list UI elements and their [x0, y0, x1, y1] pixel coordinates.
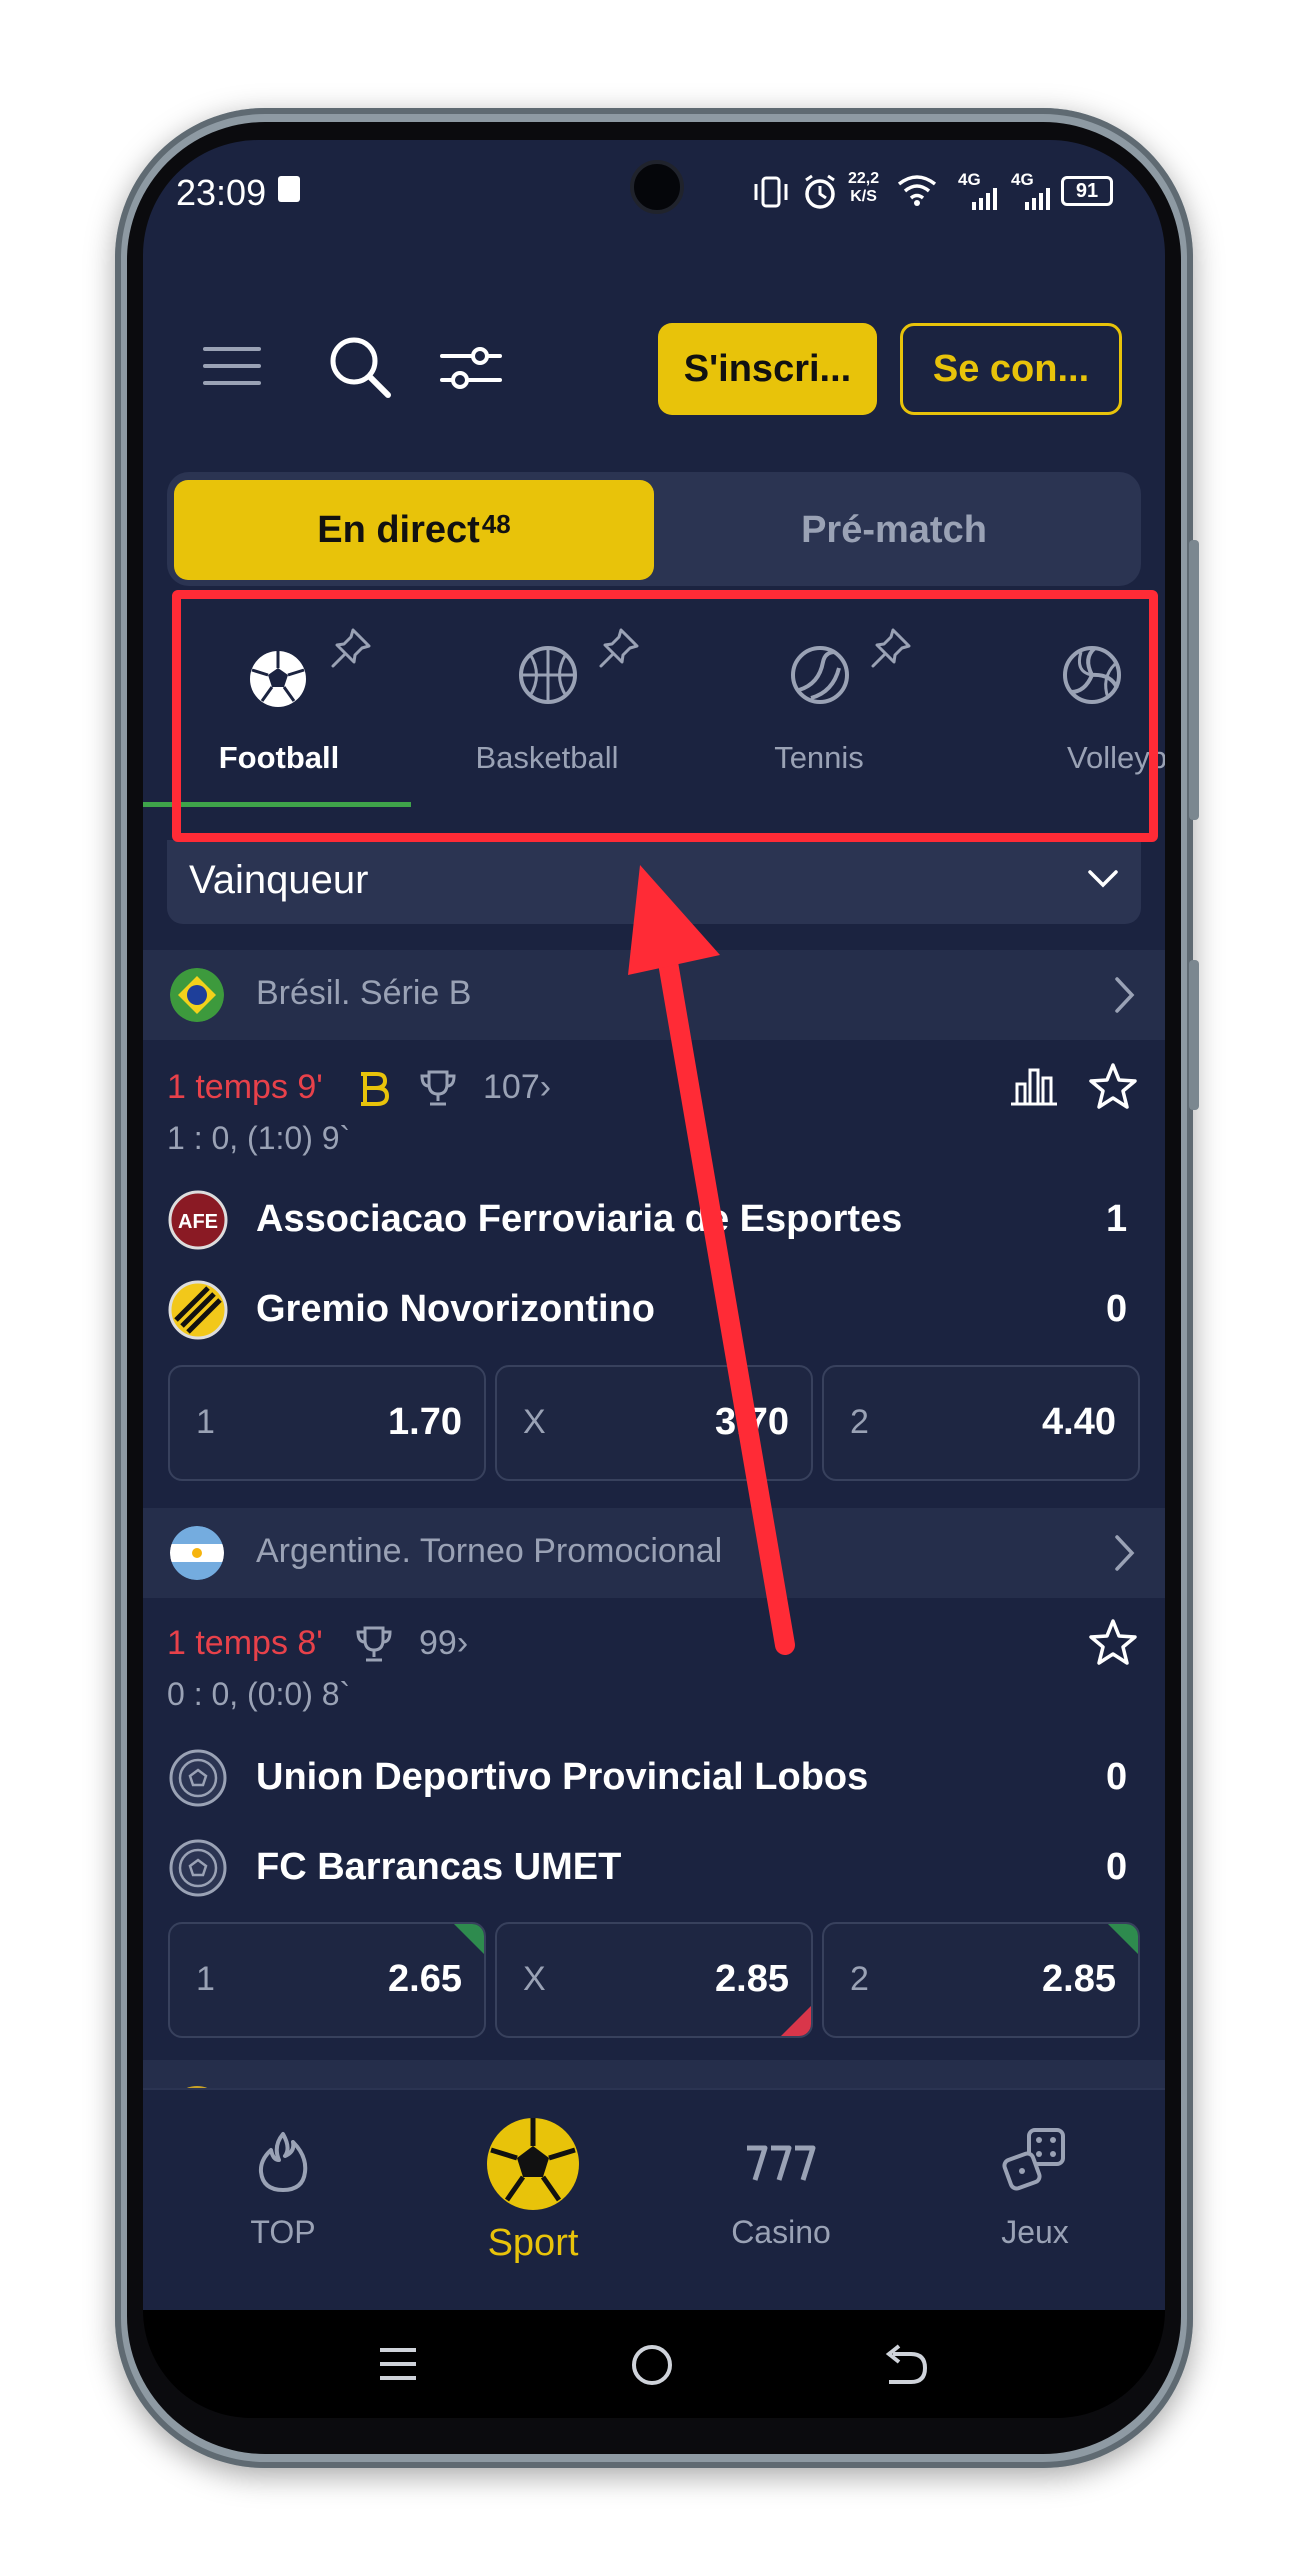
team2-score: 0: [1106, 1288, 1128, 1330]
odd-label: X: [523, 1403, 546, 1441]
tab-prematch[interactable]: Pré-match: [654, 480, 1134, 580]
power-button: [1189, 960, 1199, 1110]
odds-up-indicator: [1108, 1924, 1138, 1954]
market-selected: Vainqueur: [189, 858, 369, 902]
signal-bars-1-icon: [972, 188, 997, 210]
highlight-box: [172, 590, 1158, 842]
nav-label-games: Jeux: [1001, 2214, 1069, 2250]
team-logo-placeholder-ball-icon: [169, 1749, 227, 1807]
odd-label: 1: [196, 1403, 215, 1441]
nav-label-sport: Sport: [487, 2222, 579, 2264]
nav-item-casino[interactable]: Casino: [681, 2090, 881, 2290]
statistics-icon[interactable]: [1011, 1066, 1057, 1106]
chevron-right-icon: [1115, 1535, 1135, 1571]
odds-up-indicator: [454, 1924, 484, 1954]
odd-button-1[interactable]: 1 1.70: [168, 1365, 486, 1481]
argentina-flag-icon: [170, 1526, 224, 1580]
team-logo-placeholder-ball-icon: [169, 1839, 227, 1897]
volume-button: [1189, 540, 1199, 820]
signup-button[interactable]: S'inscri...: [658, 323, 877, 415]
nav-item-top[interactable]: TOP: [183, 2090, 383, 2290]
back-icon[interactable]: [883, 2342, 929, 2386]
odds-down-indicator: [781, 2006, 811, 2036]
nav-label-top: TOP: [250, 2214, 316, 2250]
odd-button-x[interactable]: X 2.85: [495, 1922, 813, 2038]
nav-label-casino: Casino: [731, 2214, 831, 2250]
bonus-b-icon: [361, 1072, 390, 1106]
team-logo-afe: AFE: [168, 1190, 228, 1250]
markets-count[interactable]: 99›: [419, 1624, 468, 1663]
alarm-icon: [805, 174, 835, 209]
markets-count-value: 107: [483, 1068, 540, 1106]
chevron-down-icon: [1088, 870, 1118, 888]
odd-label: X: [523, 1960, 546, 1998]
signal-label-1: 4G: [958, 170, 981, 189]
match-time: 1 temps 9': [167, 1068, 323, 1106]
signal-bars-2-icon: [1025, 188, 1050, 210]
battery-indicator: 91: [1061, 176, 1113, 206]
markets-count[interactable]: 107›: [483, 1068, 551, 1107]
tab-live-label: En direct: [317, 508, 480, 551]
filter-settings-icon[interactable]: [440, 344, 502, 392]
favorite-star-icon[interactable]: [1088, 1062, 1138, 1110]
annotation-arrow-icon: [628, 865, 795, 1655]
svg-text:AFE: AFE: [178, 1211, 218, 1233]
odd-value: 2.85: [715, 1958, 789, 2000]
score-line: 0 : 0, (0:0) 8`: [167, 1676, 351, 1712]
score-line: 1 : 0, (1:0) 9`: [167, 1120, 351, 1156]
odd-value: 1.70: [388, 1401, 462, 1443]
nav-item-sport[interactable]: Sport: [433, 2090, 633, 2300]
sport-ball-icon: [487, 2118, 579, 2210]
chevron-right-icon: [1115, 977, 1135, 1013]
signal-label-2: 4G: [1011, 170, 1034, 189]
odd-value: 4.40: [1042, 1401, 1116, 1443]
team1-score: 1: [1106, 1198, 1128, 1240]
odd-button-1[interactable]: 1 2.65: [168, 1922, 486, 2038]
status-clock: 23:09: [176, 172, 267, 213]
odd-label: 2: [850, 1960, 869, 1998]
front-camera: [630, 160, 684, 214]
trophy-icon: [356, 1626, 392, 1662]
odd-label: 2: [850, 1403, 869, 1441]
favorite-star-icon[interactable]: [1088, 1618, 1138, 1666]
bottom-navigation: TOP Sport Casino Jeux: [143, 2088, 1165, 2310]
home-icon[interactable]: [629, 2342, 675, 2388]
team1-name: Union Deportivo Provincial Lobos: [256, 1756, 869, 1798]
net-speed-unit: K/S: [850, 188, 877, 205]
odd-button-2[interactable]: 2 2.85: [822, 1922, 1140, 2038]
flame-icon: [258, 2132, 308, 2192]
team2-score: 0: [1106, 1846, 1128, 1888]
odd-value: 2.65: [388, 1958, 462, 2000]
odd-value: 2.85: [1042, 1958, 1116, 2000]
odd-label: 1: [196, 1960, 215, 1998]
trophy-icon: [420, 1070, 456, 1106]
tab-live[interactable]: En direct 48: [174, 480, 654, 580]
vibrate-icon: [754, 176, 788, 208]
brazil-flag-icon: [170, 968, 224, 1022]
team1-score: 0: [1106, 1756, 1128, 1798]
nav-item-games[interactable]: Jeux: [935, 2090, 1135, 2290]
net-speed: 22,2: [848, 170, 880, 187]
login-button[interactable]: Se con...: [900, 323, 1122, 415]
league-name: Brésil. Série B: [256, 974, 472, 1012]
menu-icon[interactable]: [203, 345, 263, 389]
live-count-badge: 48: [481, 508, 511, 539]
search-icon[interactable]: [328, 335, 392, 399]
wifi-icon: [897, 175, 937, 206]
markets-count-value: 99: [419, 1624, 457, 1662]
recent-apps-icon[interactable]: [378, 2344, 418, 2384]
team2-name: Gremio Novorizontino: [256, 1288, 655, 1330]
team-logo-novorizontino: [168, 1280, 228, 1340]
odd-button-2[interactable]: 2 4.40: [822, 1365, 1140, 1481]
dice-icon: [1002, 2128, 1065, 2191]
notification-icon: [278, 176, 300, 202]
system-navigation-bar: [143, 2310, 1165, 2418]
team2-name: FC Barrancas UMET: [256, 1846, 622, 1888]
match-time: 1 temps 8': [167, 1624, 323, 1662]
slot-777-icon: [747, 2145, 816, 2181]
